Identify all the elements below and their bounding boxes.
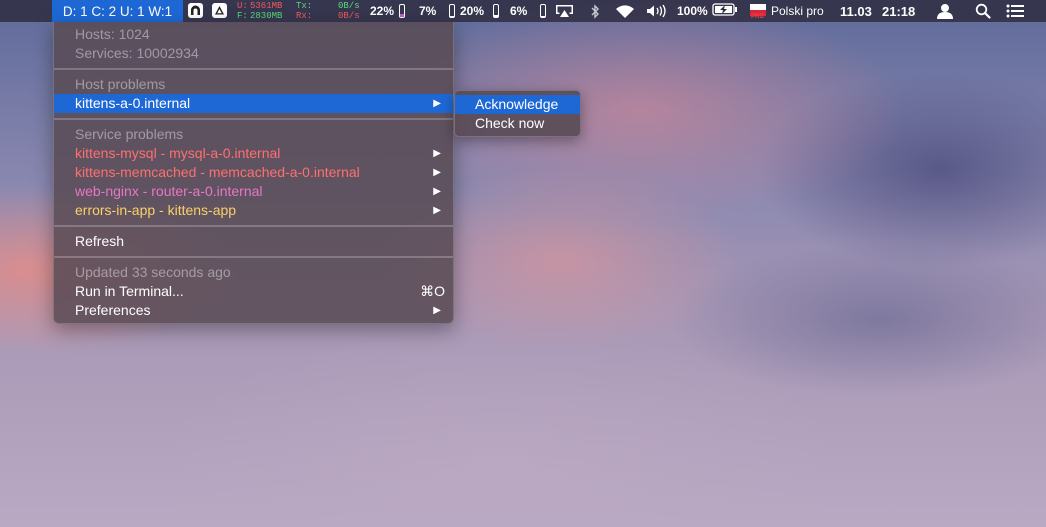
service-problem-label: errors-in-app - kittens-app: [75, 202, 237, 218]
other-percent: 6%: [510, 4, 528, 18]
service-problem-label: kittens-memcached - memcached-a-0.intern…: [75, 164, 360, 180]
other-bar: [540, 4, 547, 18]
clock-date[interactable]: 11.03: [840, 0, 872, 22]
gpu-bar-fill: [450, 16, 455, 17]
mem-free-label: F:: [237, 11, 248, 21]
submenu-arrow-icon: ▶: [433, 167, 441, 178]
disk-bar-fill: [494, 14, 499, 17]
other-bar-fill: [541, 16, 546, 17]
service-problem-label: kittens-mysql - mysql-a-0.internal: [75, 145, 281, 161]
gpu-monitor[interactable]: 7%: [419, 0, 456, 22]
preferences-label: Preferences: [75, 302, 151, 318]
host-problem-item[interactable]: kittens-a-0.internal ▶: [54, 94, 453, 113]
mem-used-value: 5361MB: [250, 1, 283, 11]
status-menu-item[interactable]: D: 1 C: 2 U: 1 W:1: [52, 0, 183, 22]
search-icon[interactable]: [975, 0, 991, 22]
volume-icon[interactable]: [646, 0, 668, 22]
mem-used-label: U:: [237, 1, 248, 11]
clock-time[interactable]: 21:18: [882, 0, 915, 22]
cpu-bar: [399, 4, 406, 18]
gpu-percent: 7%: [419, 4, 437, 18]
net-tx-value: 0B/s: [338, 1, 360, 11]
net-tx-label: Tx:: [296, 1, 313, 11]
refresh-menu-item[interactable]: Refresh: [54, 232, 453, 251]
airplay-icon[interactable]: [555, 0, 574, 22]
battery-percent: 100%: [677, 4, 708, 18]
input-source-badge: PRO: [751, 14, 765, 20]
cpu-bar-fill: [400, 14, 405, 17]
service-problem-item[interactable]: web-nginx - router-a-0.internal ▶: [54, 182, 453, 201]
separator: [54, 256, 453, 258]
input-source-menu[interactable]: PRO Polski pro: [750, 0, 824, 22]
notification-center-icon[interactable]: [1006, 0, 1025, 22]
status-dropdown-menu: Hosts: 1024 Services: 10002934 Host prob…: [53, 22, 454, 324]
submenu-arrow-icon: ▶: [433, 148, 441, 159]
disk-monitor[interactable]: 20%: [460, 0, 500, 22]
last-updated-text: Updated 33 seconds ago: [75, 264, 231, 280]
arch-app-icon[interactable]: [188, 3, 203, 18]
user-icon[interactable]: [936, 0, 954, 22]
separator: [54, 118, 453, 120]
service-problems-header: Service problems: [75, 126, 184, 142]
separator: [54, 225, 453, 227]
date-text: 11.03: [840, 3, 872, 19]
memory-monitor[interactable]: U: 5361MB F: 2830MB: [233, 0, 293, 22]
mem-free-value: 2830MB: [250, 11, 283, 21]
run-in-terminal-label: Run in Terminal...: [75, 283, 184, 299]
disk-bar: [493, 4, 500, 18]
submenu-arrow-icon: ▶: [433, 205, 441, 216]
preferences-menu-item[interactable]: Preferences ▶: [54, 301, 453, 320]
cpu-monitor[interactable]: 22%: [370, 0, 406, 22]
submenu-arrow-icon: ▶: [433, 305, 441, 316]
battery-status[interactable]: 100%: [677, 0, 738, 22]
run-in-terminal-menu-item[interactable]: Run in Terminal... ⌘O: [54, 282, 453, 301]
wifi-icon[interactable]: [615, 0, 635, 22]
submenu-arrow-icon: ▶: [433, 186, 441, 197]
service-problem-item[interactable]: kittens-mysql - mysql-a-0.internal ▶: [54, 144, 453, 163]
time-text: 21:18: [882, 3, 916, 19]
host-problem-label: kittens-a-0.internal: [75, 95, 191, 111]
separator: [54, 68, 453, 70]
host-problems-header: Host problems: [75, 76, 166, 92]
acknowledge-menu-item[interactable]: Acknowledge: [455, 95, 580, 114]
gpu-bar: [449, 4, 456, 18]
service-problem-item[interactable]: kittens-memcached - memcached-a-0.intern…: [54, 163, 453, 182]
status-summary: D: 1 C: 2 U: 1 W:1: [62, 3, 173, 19]
net-rx-label: Rx:: [296, 11, 313, 21]
host-actions-submenu: Acknowledge Check now: [454, 90, 581, 137]
hosts-count: Hosts: 1024: [75, 26, 150, 42]
input-source-label: Polski pro: [771, 4, 824, 18]
submenu-arrow-icon: ▶: [433, 98, 441, 109]
drive-app-icon[interactable]: [212, 3, 227, 18]
polish-flag-icon: PRO: [750, 2, 766, 20]
network-monitor[interactable]: Tx: 0B/s Rx: 0B/s: [294, 0, 360, 22]
menu-bar: D: 1 C: 2 U: 1 W:1 U: 5361MB F: 2830MB T…: [0, 0, 1046, 22]
disk-percent: 20%: [460, 4, 485, 18]
service-problem-item[interactable]: errors-in-app - kittens-app ▶: [54, 201, 453, 220]
battery-charging-icon: [712, 3, 738, 19]
keyboard-shortcut: ⌘O: [420, 283, 445, 299]
net-rx-value: 0B/s: [338, 11, 360, 21]
check-now-menu-item[interactable]: Check now: [455, 114, 580, 133]
services-count: Services: 10002934: [75, 45, 199, 61]
other-monitor[interactable]: 6%: [510, 0, 547, 22]
cpu-percent: 22%: [370, 4, 395, 18]
bluetooth-icon[interactable]: [589, 0, 601, 22]
service-problem-label: web-nginx - router-a-0.internal: [75, 183, 263, 199]
